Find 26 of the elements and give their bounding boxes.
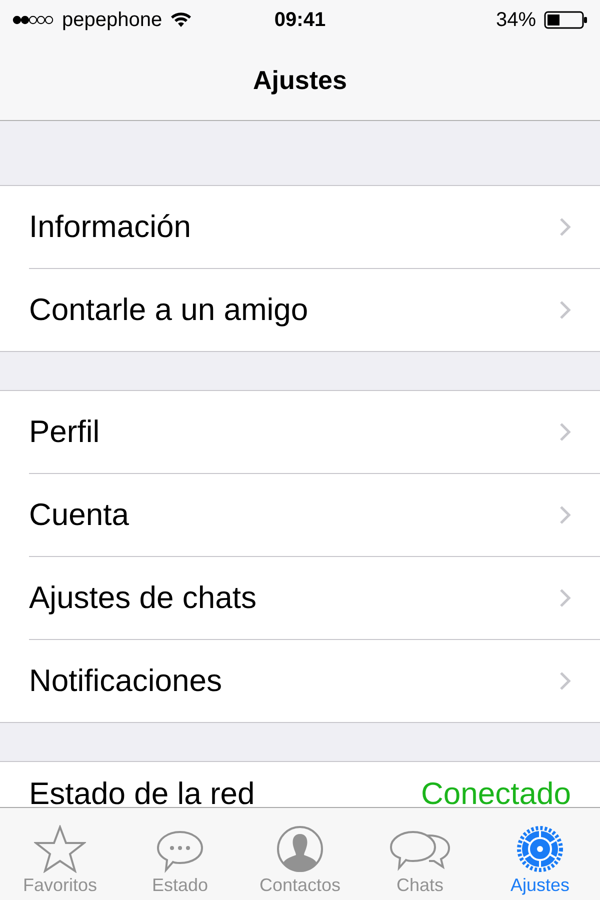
settings-row[interactable]: Información — [29, 186, 600, 269]
clock-time: 09:41 — [274, 8, 326, 32]
settings-row[interactable]: Estado de la red Conectado — [29, 762, 600, 807]
chevron-icon — [559, 505, 571, 525]
chevron-icon — [559, 422, 571, 442]
chevron-icon — [559, 217, 571, 237]
chat-bubbles-icon — [389, 829, 451, 873]
signal-icon — [12, 15, 54, 25]
wifi-icon — [170, 12, 192, 28]
speech-bubble-icon — [156, 829, 204, 873]
person-icon — [276, 825, 324, 873]
chevron-icon — [559, 588, 571, 608]
battery-icon — [544, 10, 588, 30]
settings-row[interactable]: Cuenta — [29, 474, 600, 557]
chevron-icon — [559, 671, 571, 691]
battery-percent: 34% — [496, 8, 536, 32]
settings-row[interactable]: Perfil — [29, 391, 600, 474]
gear-icon — [516, 825, 564, 873]
star-icon — [34, 825, 86, 873]
tab-item[interactable]: Ajustes — [480, 808, 600, 900]
settings-row[interactable]: Notificaciones — [29, 640, 600, 722]
chevron-icon — [559, 300, 571, 320]
screen-title: Ajustes — [253, 64, 347, 96]
settings-row[interactable]: Ajustes de chats — [29, 557, 600, 640]
carrier-name: pepephone — [62, 8, 162, 32]
settings-row[interactable]: Contarle a un amigo — [29, 269, 600, 351]
